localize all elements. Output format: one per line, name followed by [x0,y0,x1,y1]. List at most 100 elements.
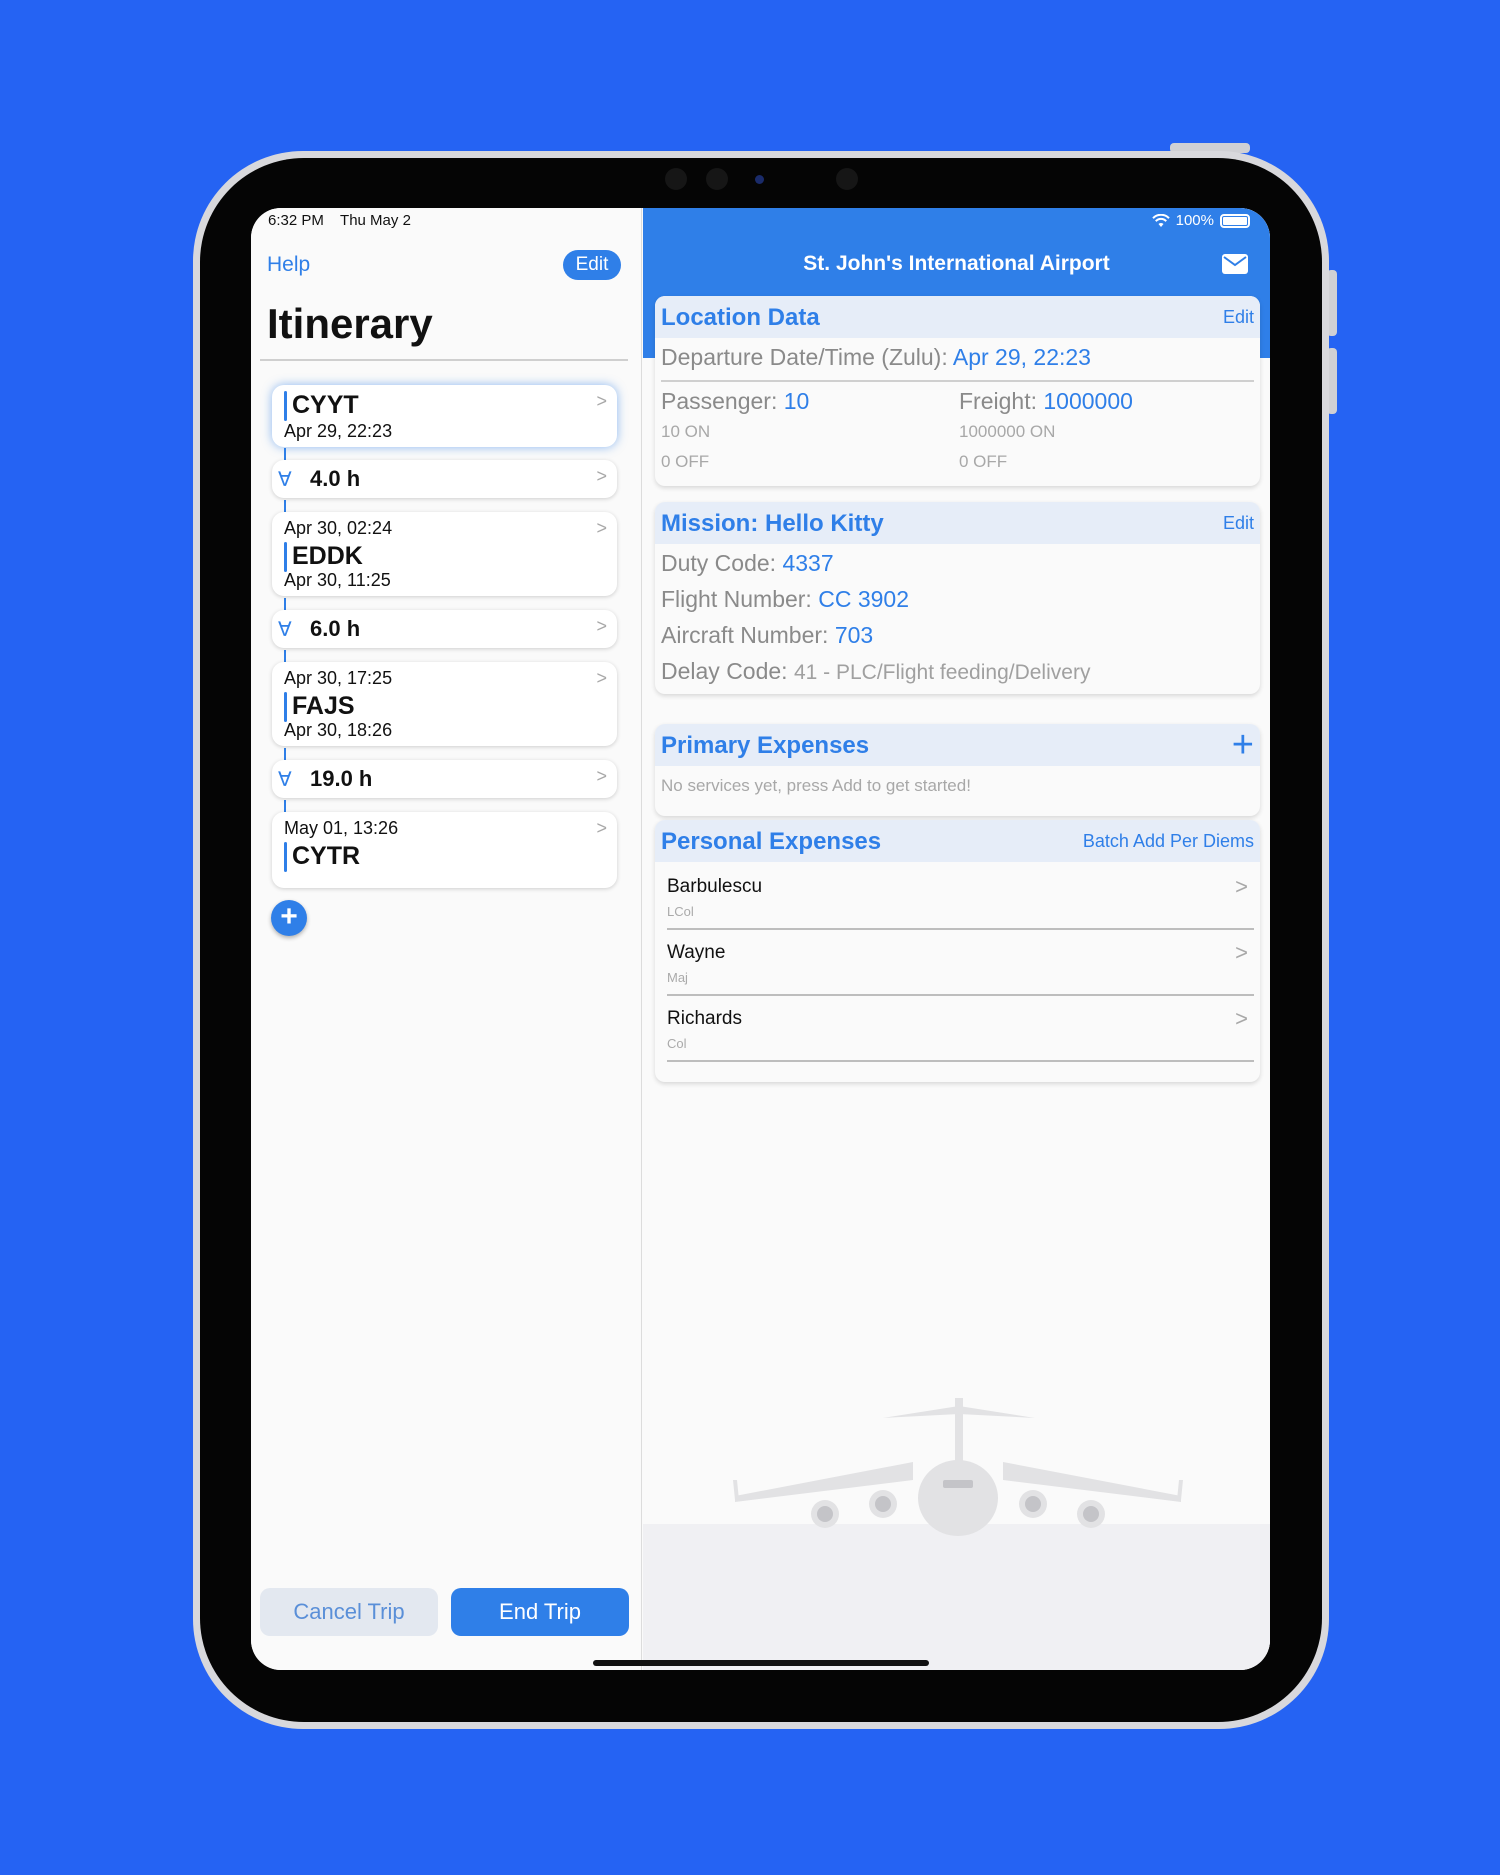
person-rank: Col [667,1036,687,1051]
aircraft-number-value: 703 [834,622,874,648]
detail-pane: 100% St. John's International Airport Lo… [643,208,1270,1670]
location-data-panel: Location Data Edit Departure Date/Time (… [655,296,1260,486]
itinerary-stop-eddk[interactable]: > Apr 30, 02:24 EDDK Apr 30, 11:25 [272,512,617,596]
section-title: Mission: Hello Kitty [661,510,884,537]
leg-duration[interactable]: ∀ 4.0 h > [272,460,617,498]
chevron-right-icon: > [596,616,607,636]
plus-icon: + [280,900,298,933]
flight-number-value: CC 3902 [818,586,909,612]
duration-value: 4.0 h [310,466,361,491]
person-row-richards[interactable]: Richards Col > [667,996,1254,1062]
divider [667,1060,1254,1062]
delay-code-value: 41 - PLC/Flight feeding/Delivery [793,661,1091,684]
delay-code-label: Delay Code: [661,658,788,684]
status-date: Thu May 2 [340,212,411,229]
divider [260,359,628,361]
sensor [665,168,687,190]
personal-expenses-panel: Personal Expenses Batch Add Per Diems Ba… [655,820,1260,1082]
aircraft-number-label: Aircraft Number: [661,622,829,648]
stop-marker [284,542,287,572]
end-trip-button[interactable]: End Trip [451,1588,629,1636]
chevron-right-icon: > [1235,940,1248,965]
flight-leg-icon: ∀ [278,469,292,491]
passenger-value: 10 [783,388,810,414]
person-rank: Maj [667,970,688,985]
stop-marker [284,391,287,421]
person-row-wayne[interactable]: Wayne Maj > [667,930,1254,996]
status-bar-left: 6:32 PM Thu May 2 [268,212,411,229]
departure-label: Departure Date/Time (Zulu): [661,344,948,370]
freight-on: 1000000 ON [959,422,1056,441]
passenger-row[interactable]: Passenger: 10 [661,388,809,415]
divider [661,380,1254,382]
departure-row[interactable]: Departure Date/Time (Zulu): Apr 29, 22:2… [661,344,1091,371]
leg-duration[interactable]: ∀ 6.0 h > [272,610,617,648]
add-expense-button[interactable]: + [1232,724,1254,767]
itinerary-stop-cytr[interactable]: > May 01, 13:26 CYTR [272,812,617,888]
departure-time: Apr 30, 18:26 [284,720,393,740]
battery-percent: 100% [1175,212,1214,229]
mail-icon[interactable] [1222,254,1248,274]
person-row-barbulescu[interactable]: Barbulescu LCol > [667,864,1254,930]
freight-row[interactable]: Freight: 1000000 [959,388,1133,415]
section-title: Location Data [661,304,820,331]
primary-expenses-panel: Primary Expenses + No services yet, pres… [655,724,1260,816]
edit-itinerary-button[interactable]: Edit [563,250,621,280]
freight-off: 0 OFF [959,452,1008,471]
passenger-label: Passenger: [661,388,778,414]
duration-value: 19.0 h [310,766,373,791]
airport-code: CYYT [292,391,359,419]
leg-duration[interactable]: ∀ 19.0 h > [272,760,617,798]
stop-marker [284,692,287,722]
departure-time: Apr 29, 22:23 [284,421,393,441]
itinerary-stop-fajs[interactable]: > Apr 30, 17:25 FAJS Apr 30, 18:26 [272,662,617,746]
cancel-trip-button[interactable]: Cancel Trip [260,1588,438,1636]
person-name: Richards [667,1008,742,1029]
duration-value: 6.0 h [310,616,361,641]
airport-code: FAJS [292,692,355,720]
flight-number-row: Flight Number: CC 3902 [661,586,909,613]
duty-code-value: 4337 [782,550,834,576]
itinerary-pane: 6:32 PM Thu May 2 Help Edit Itinerary > … [251,208,642,1670]
arrival-time: Apr 30, 02:24 [284,518,393,538]
person-rank: LCol [667,904,694,919]
freight-value: 1000000 [1043,388,1133,414]
chevron-right-icon: > [1235,874,1248,899]
empty-state-text: No services yet, press Add to get starte… [661,776,971,795]
flight-number-label: Flight Number: [661,586,812,612]
chevron-right-icon: > [596,466,607,486]
arrival-time: May 01, 13:26 [284,818,399,838]
batch-add-per-diems-button[interactable]: Batch Add Per Diems [1083,831,1254,852]
edit-location-button[interactable]: Edit [1223,307,1254,328]
cargo-plane-illustration [733,1398,1183,1536]
chevron-right-icon: > [596,766,607,786]
duty-code-row: Duty Code: 4337 [661,550,834,577]
wifi-icon [1151,213,1170,227]
flight-leg-icon: ∀ [278,619,292,641]
chevron-right-icon: > [596,518,607,538]
add-stop-button[interactable]: + [271,900,307,936]
itinerary-stop-cyyt[interactable]: > CYYT Apr 29, 22:23 [272,385,617,447]
status-time: 6:32 PM [268,212,324,229]
edit-mission-button[interactable]: Edit [1223,513,1254,534]
screen: 6:32 PM Thu May 2 Help Edit Itinerary > … [251,208,1270,1670]
chevron-right-icon: > [1235,1006,1248,1031]
person-name: Wayne [667,942,726,963]
sensor [836,168,858,190]
person-name: Barbulescu [667,876,763,897]
help-button[interactable]: Help [267,253,310,277]
passenger-off: 0 OFF [661,452,710,471]
page-title: Itinerary [267,300,433,347]
home-indicator[interactable] [593,1660,929,1666]
departure-time: Apr 30, 11:25 [284,570,391,590]
chevron-right-icon: > [596,391,607,411]
section-title: Personal Expenses [661,828,882,855]
section-title: Primary Expenses [661,732,870,759]
passenger-on: 10 ON [661,422,711,441]
ground-backdrop [643,1524,1270,1670]
stop-marker [284,842,287,872]
status-bar-right: 100% [1151,212,1250,229]
mission-panel: Mission: Hello Kitty Edit Duty Code: 433… [655,502,1260,694]
airport-code: EDDK [292,542,363,570]
arrival-time: Apr 30, 17:25 [284,668,393,688]
